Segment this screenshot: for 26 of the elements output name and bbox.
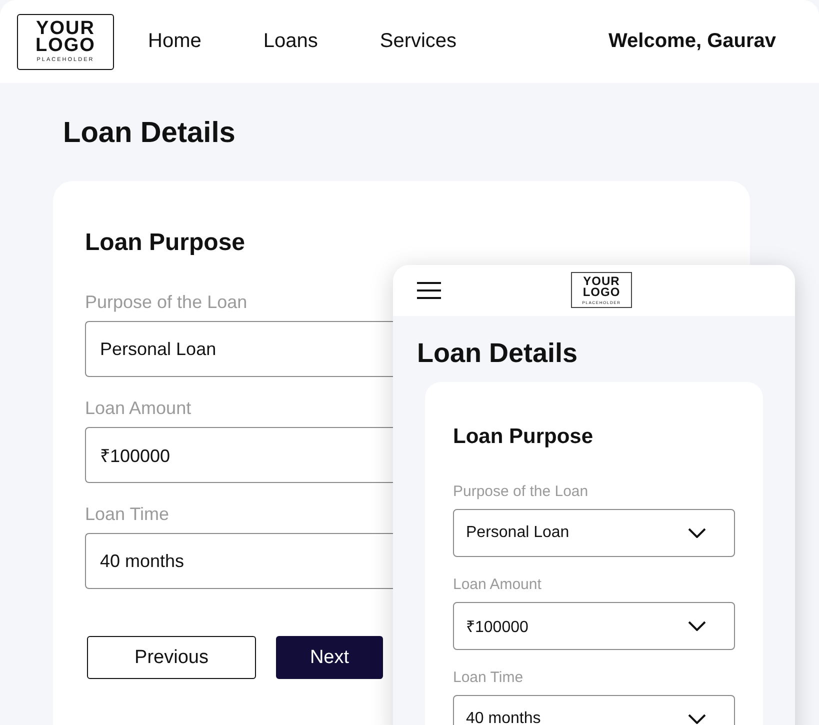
- section-heading: Loan Purpose: [85, 228, 246, 258]
- page-title: Loan Details: [63, 116, 236, 151]
- select-field[interactable]: Personal Loan: [85, 321, 393, 377]
- nav-link[interactable]: Loans: [263, 30, 318, 53]
- select-field[interactable]: ₹100000: [85, 427, 393, 483]
- section-heading: Loan Purpose: [453, 424, 594, 450]
- select-field[interactable]: 40 months: [85, 533, 393, 589]
- field-label: Purpose of the Loan: [453, 483, 588, 501]
- chevron-down-icon: [688, 528, 706, 538]
- field-label: Loan Time: [85, 503, 170, 525]
- nav-link[interactable]: Home: [148, 30, 202, 53]
- field-label: Loan Time: [453, 669, 524, 687]
- previous-button[interactable]: Previous: [87, 636, 256, 679]
- chevron-down-icon: [688, 621, 706, 631]
- select-field[interactable]: ₹100000: [453, 602, 735, 650]
- select-field[interactable]: 40 months: [453, 695, 735, 725]
- chevron-down-icon: [688, 714, 706, 724]
- next-button[interactable]: Next: [276, 636, 383, 679]
- menu-icon[interactable]: [417, 282, 441, 299]
- nav-link[interactable]: Services: [380, 30, 457, 53]
- field-label: Loan Amount: [453, 576, 542, 594]
- page-title: Loan Details: [417, 337, 579, 370]
- field-label: Purpose of the Loan: [85, 291, 248, 313]
- select-field[interactable]: Personal Loan: [453, 509, 735, 557]
- field-label: Loan Amount: [85, 397, 192, 419]
- welcome-text: Welcome, Gaurav: [608, 30, 776, 53]
